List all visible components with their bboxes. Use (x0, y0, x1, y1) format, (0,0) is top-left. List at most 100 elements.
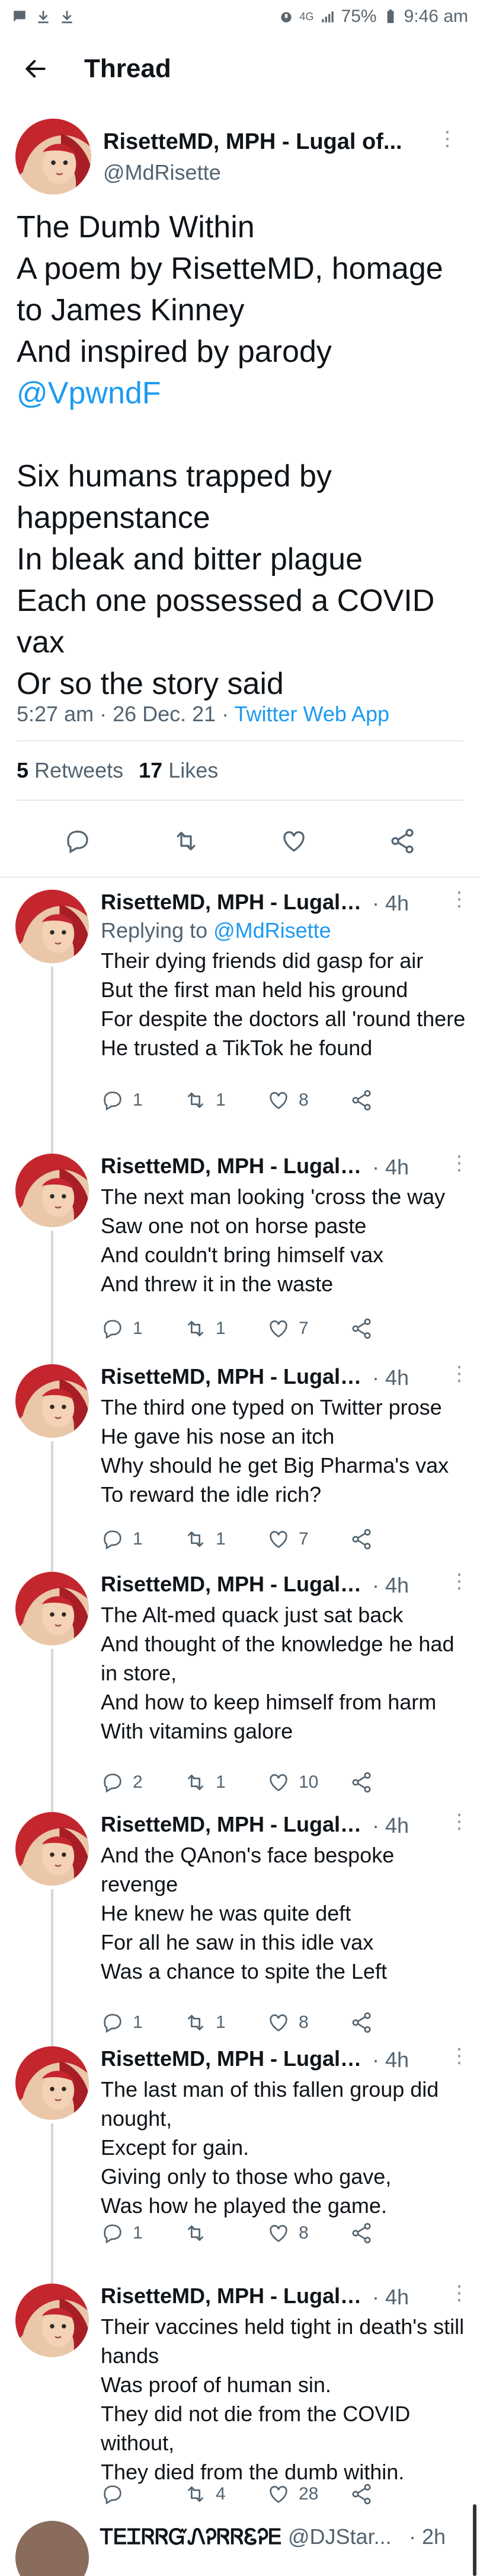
tweet-actions (0, 817, 480, 865)
share-icon[interactable] (388, 827, 417, 855)
retweet-icon (188, 2486, 203, 2502)
share-icon (352, 2222, 371, 2244)
next-reply[interactable]: ᎢᎬᏆᏒᏒᏳᏁᎮᏒᏒᏋᎮᎬ @DJStar... · 2h (0, 2521, 480, 2576)
like-count: 7 (299, 1529, 309, 1549)
author-name[interactable]: RisetteMD, MPH - Lugal o... (101, 2046, 367, 2071)
retweets-count: 5 (17, 758, 29, 782)
mention-link[interactable]: @VpwndF (17, 376, 161, 410)
likes-count: 17 (139, 758, 163, 782)
like-button[interactable]: 7 (267, 1527, 350, 1551)
avatar[interactable] (15, 1364, 89, 1438)
like-icon (270, 2225, 287, 2242)
author-name[interactable]: RisetteMD, MPH - Lugal o... (101, 2284, 367, 2308)
share-icon (352, 1529, 371, 1550)
retweet-count: 1 (216, 1319, 226, 1338)
avatar[interactable] (15, 119, 91, 195)
retweet-button[interactable]: 1 (184, 1317, 267, 1340)
retweet-button[interactable]: 4 (184, 2482, 267, 2506)
reply-icon (104, 1091, 121, 1111)
more-options-icon[interactable]: ⋮ (449, 1151, 469, 1175)
retweet-count: 1 (216, 1090, 226, 1110)
network-type: 4G (299, 10, 314, 23)
reply-button[interactable]: 2 (101, 1771, 184, 1794)
reply-time: · 2h (409, 2524, 446, 2549)
reply-button[interactable] (101, 2482, 184, 2506)
like-icon[interactable] (280, 827, 308, 855)
more-options-icon[interactable]: ⋮ (449, 1362, 469, 1386)
reply-icon (104, 2014, 121, 2033)
reply-button[interactable]: 1 (101, 1317, 184, 1340)
like-button[interactable]: 10 (267, 1771, 350, 1794)
replying-handle[interactable]: @MdRisette (213, 918, 331, 942)
like-button[interactable]: 7 (267, 1317, 350, 1340)
more-options-icon[interactable]: ⋮ (449, 887, 469, 911)
like-count: 8 (299, 1090, 309, 1110)
more-options-icon[interactable]: ⋮ (449, 1569, 469, 1593)
tweet-timestamp: 5:27 am · 26 Dec. 21 · Twitter Web App (17, 702, 389, 727)
reply-count: 1 (133, 1090, 143, 1110)
reply-actions: 1 1 8 (101, 1085, 456, 1115)
share-button[interactable] (350, 1088, 433, 1112)
author-name[interactable]: ᎢᎬᏆᏒᏒᏳᏁᎮᏒᏒᏋᎮᎬ (101, 2524, 282, 2550)
avatar-image (15, 1364, 89, 1438)
avatar-image (15, 890, 89, 963)
retweet-icon (188, 1531, 203, 1547)
reply-icon (104, 1530, 121, 1550)
reply-count: 2 (133, 1772, 143, 1792)
avatar[interactable] (15, 2284, 89, 2357)
likes-stat[interactable]: 17 Likes (139, 758, 218, 783)
scrollbar-thumb[interactable] (473, 2504, 476, 2576)
more-options-icon[interactable]: ⋮ (449, 2044, 469, 2068)
reply-button[interactable]: 1 (101, 2011, 184, 2034)
author-name[interactable]: RisetteMD, MPH - Lugal o... (101, 890, 367, 915)
retweet-icon (188, 2015, 203, 2030)
author-handle[interactable]: @MdRisette (103, 160, 221, 185)
retweet-icon[interactable] (172, 827, 200, 855)
reply-button[interactable]: 1 (101, 2221, 184, 2245)
more-options-icon[interactable]: ⋮ (437, 127, 457, 151)
share-button[interactable] (350, 1317, 433, 1340)
avatar[interactable] (15, 1812, 89, 1886)
more-options-icon[interactable]: ⋮ (449, 1810, 469, 1833)
retweet-button[interactable]: 1 (184, 1527, 267, 1551)
reply-text: The next man looking 'cross the way Saw … (101, 1184, 446, 1296)
retweet-button[interactable]: 1 (184, 2011, 267, 2034)
share-button[interactable] (350, 2221, 433, 2245)
share-button[interactable] (350, 1527, 433, 1551)
avatar[interactable] (15, 2046, 89, 2120)
author-name[interactable]: RisetteMD, MPH - Lugal o... (101, 1812, 367, 1837)
back-button[interactable] (20, 53, 51, 84)
author-handle[interactable]: @DJStar... (288, 2524, 392, 2549)
like-button[interactable]: 8 (267, 2011, 350, 2034)
retweet-button[interactable]: 1 (184, 1771, 267, 1794)
avatar[interactable] (15, 890, 89, 963)
author-name[interactable]: RisetteMD, MPH - Lugal o... (101, 1154, 367, 1179)
share-button[interactable] (350, 2482, 433, 2506)
author-name[interactable]: RisetteMD, MPH - Lugal o... (101, 1572, 367, 1597)
retweet-button[interactable]: 1 (184, 1088, 267, 1112)
like-count: 10 (299, 1772, 319, 1792)
avatar[interactable] (15, 2521, 89, 2576)
avatar[interactable] (15, 1572, 89, 1645)
source-link[interactable]: Twitter Web App (235, 702, 389, 726)
like-icon (270, 1320, 287, 1338)
reply-button[interactable]: 1 (101, 1527, 184, 1551)
reply-button[interactable]: 1 (101, 1088, 184, 1112)
arrow-left-icon (25, 60, 46, 78)
share-button[interactable] (350, 1771, 433, 1794)
tweet-stats: 5 Retweets 17 Likes (17, 758, 218, 783)
reply-actions: 1 1 8 (101, 2008, 456, 2037)
like-button[interactable]: 8 (267, 2221, 350, 2245)
more-options-icon[interactable]: ⋮ (449, 2281, 469, 2305)
like-icon (270, 1774, 287, 1791)
avatar[interactable] (15, 1154, 89, 1227)
like-button[interactable]: 28 (267, 2482, 350, 2506)
retweet-button[interactable] (184, 2221, 267, 2245)
reply-icon[interactable] (63, 827, 92, 855)
share-button[interactable] (350, 2011, 433, 2034)
like-button[interactable]: 8 (267, 1088, 350, 1112)
author-name[interactable]: RisetteMD, MPH - Lugal of... (103, 129, 435, 155)
divider (17, 740, 463, 741)
retweets-stat[interactable]: 5 Retweets (17, 758, 123, 783)
author-name[interactable]: RisetteMD, MPH - Lugal o... (101, 1364, 367, 1389)
